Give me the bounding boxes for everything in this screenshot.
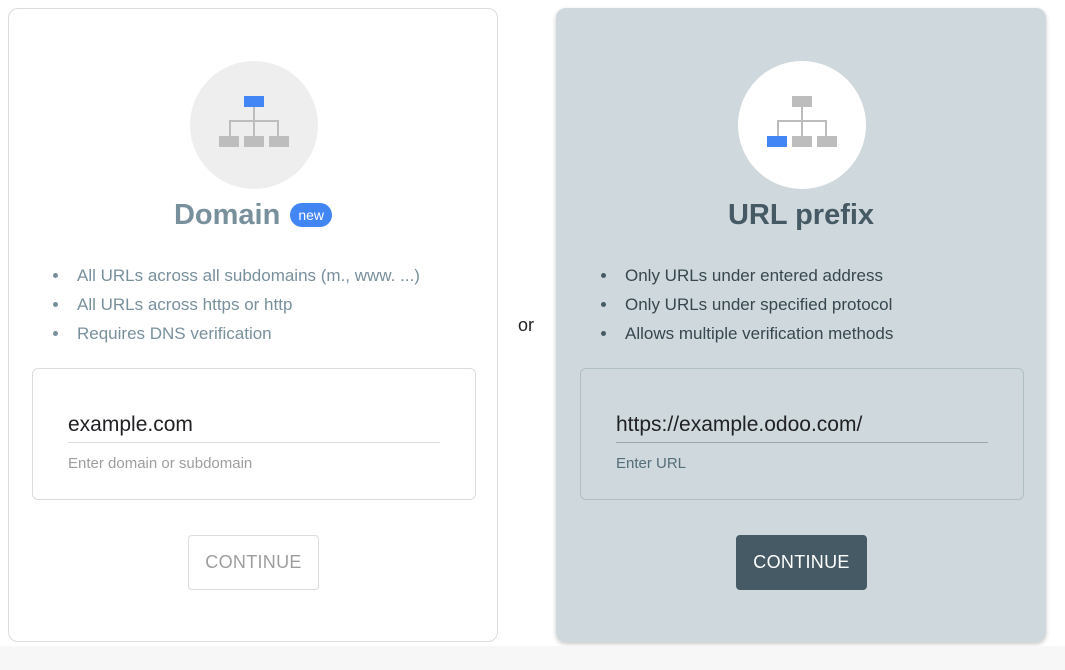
domain-icon-circle — [190, 61, 318, 189]
domain-card[interactable]: Domain new All URLs across all subdomain… — [8, 8, 498, 642]
new-badge: new — [290, 203, 333, 227]
list-item: Only URLs under specified protocol — [600, 290, 893, 319]
url-input[interactable] — [616, 407, 988, 443]
domain-helper-text: Enter domain or subdomain — [68, 455, 253, 472]
property-type-selector: Domain new All URLs across all subdomain… — [0, 0, 1065, 670]
url-input-box: Enter URL — [580, 368, 1024, 500]
domain-continue-button[interactable]: CONTINUE — [188, 535, 319, 590]
list-item: Only URLs under entered address — [600, 261, 893, 290]
sitemap-icon — [219, 96, 289, 147]
domain-input-box: Enter domain or subdomain — [32, 368, 476, 500]
url-prefix-card[interactable]: URL prefix Only URLs under entered addre… — [556, 8, 1046, 642]
or-separator: or — [518, 315, 535, 335]
list-item: Requires DNS verification — [53, 319, 420, 348]
domain-feature-list: All URLs across all subdomains (m., www.… — [51, 261, 420, 348]
domain-input[interactable] — [68, 407, 440, 443]
list-item: All URLs across all subdomains (m., www.… — [53, 261, 420, 290]
url-prefix-title: URL prefix — [727, 198, 875, 231]
domain-title: Domain — [173, 198, 281, 231]
url-helper-text: Enter URL — [616, 455, 687, 472]
url-title-row: URL prefix — [557, 195, 1045, 235]
url-icon-circle — [738, 61, 866, 189]
list-item: All URLs across https or http — [53, 290, 420, 319]
sitemap-icon — [767, 96, 837, 147]
url-feature-list: Only URLs under entered address Only URL… — [599, 261, 893, 348]
list-item: Allows multiple verification methods — [600, 319, 893, 348]
domain-title-row: Domain new — [9, 195, 497, 235]
url-continue-button[interactable]: CONTINUE — [736, 535, 867, 590]
page-footer-strip — [0, 646, 1065, 670]
